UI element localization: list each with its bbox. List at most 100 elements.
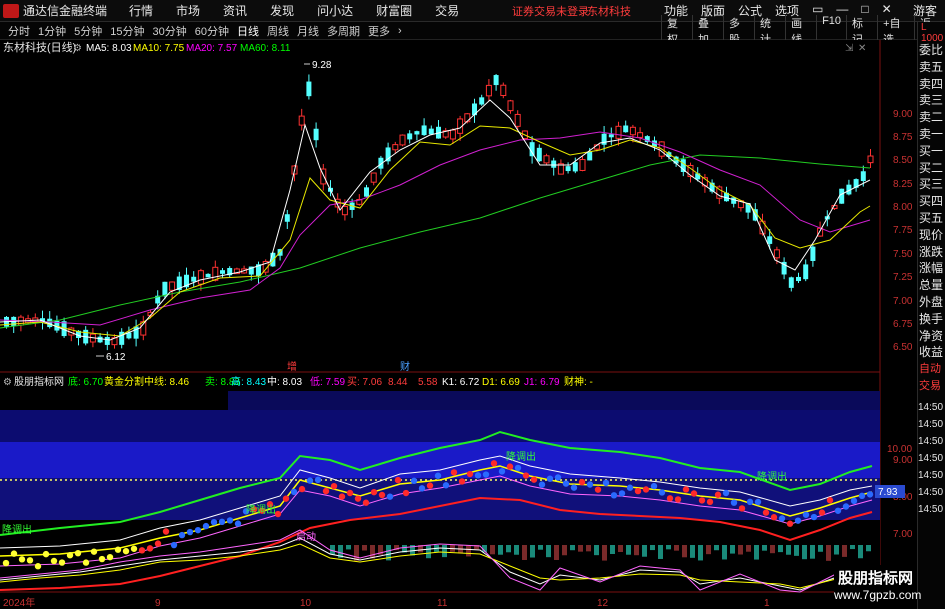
y-tick: 7.50 (893, 249, 913, 260)
time-tick: 14:50 (918, 402, 944, 414)
sub-label: 财神: - (564, 375, 593, 388)
period-weekly[interactable]: 周线 (267, 23, 289, 39)
sidebar-tab-bid1[interactable]: 买一 (918, 143, 945, 160)
candle-body (637, 132, 644, 138)
settings-gear-icon[interactable]: ⚙ (73, 43, 82, 54)
candle-body (421, 125, 427, 136)
signal-dot (194, 526, 202, 534)
sidebar-tab-outer[interactable]: 外盘 (918, 294, 945, 311)
volume-bar (754, 545, 759, 560)
candle-body (500, 84, 507, 97)
candle-body (162, 281, 168, 297)
candle-body (629, 126, 636, 136)
volume-bar (562, 545, 567, 556)
sidebar-tab-earnings[interactable]: 收益 (918, 344, 945, 361)
sidebar-tab-order-ratio[interactable]: 委比 (918, 42, 945, 59)
menu-news[interactable]: 资讯 (223, 2, 247, 19)
signal-dot (170, 541, 178, 549)
sidebar-tab-bid2[interactable]: 买二 (918, 160, 945, 177)
volume-bar (666, 545, 671, 550)
y-tick: 6.50 (893, 342, 913, 353)
candle-body (449, 129, 456, 140)
volume-bar (722, 545, 727, 560)
sidebar-tab-change[interactable]: 涨跌 (918, 244, 945, 261)
volume-bar (506, 545, 511, 553)
volume-bar (746, 545, 751, 552)
signal-dot (458, 478, 466, 485)
volume-bar (642, 545, 647, 557)
period-intraday[interactable]: 分时 (8, 23, 30, 39)
period-1min[interactable]: 1分钟 (38, 23, 66, 39)
signal-dot (306, 477, 314, 484)
period-5min[interactable]: 5分钟 (74, 23, 102, 39)
sidebar-tab-ask2[interactable]: 卖二 (918, 109, 945, 126)
menu-wealth[interactable]: 财富圈 (376, 2, 412, 19)
volume-bar (738, 545, 743, 555)
time-tick: 14:50 (918, 453, 944, 465)
volume-bar (658, 545, 663, 559)
candle-body (298, 115, 305, 126)
signal-dot (346, 489, 354, 497)
signal-dot (738, 505, 746, 512)
sidebar-tab-ask3[interactable]: 卖三 (918, 92, 945, 109)
expand-icon[interactable]: ⇲ (845, 43, 854, 54)
period-multi[interactable]: 多周期 (327, 23, 360, 39)
signal-dot (114, 546, 122, 553)
period-60min[interactable]: 60分钟 (195, 23, 229, 39)
candle-body (773, 249, 780, 259)
panel-close-icon[interactable]: ✕ (858, 43, 866, 54)
signal-dot (26, 557, 34, 564)
y-tick: 8.00 (893, 202, 913, 213)
period-30min[interactable]: 30分钟 (153, 23, 187, 39)
sidebar-tab-ask5[interactable]: 卖五 (918, 59, 945, 76)
period-monthly[interactable]: 月线 (297, 23, 319, 39)
sub-y-tick: 10.00 (887, 444, 912, 455)
candle-body (796, 276, 801, 282)
menu-market[interactable]: 市场 (176, 2, 200, 19)
candle-body (810, 246, 816, 261)
candle-body (169, 281, 176, 291)
chart-area[interactable]: 东材科技(日线) ⚙ MA5: 8.03 MA10: 7.75 MA20: 7.… (0, 40, 917, 609)
sub-y-tick: 7.00 (893, 529, 913, 540)
sidebar-tab-ask4[interactable]: 卖四 (918, 76, 945, 93)
sidebar-tab-trade[interactable]: 交易 (918, 378, 945, 395)
signal-dot (58, 559, 66, 566)
x-tick: 10 (300, 598, 312, 609)
sidebar-tab-auto[interactable]: 自动 (918, 361, 945, 378)
sidebar-tab-bid3[interactable]: 买三 (918, 176, 945, 193)
signal-label: 降调出 (246, 503, 276, 516)
more-chevron-icon[interactable]: › (398, 25, 402, 37)
period-more[interactable]: 更多 (368, 23, 390, 39)
sidebar-tab-bid5[interactable]: 买五 (918, 210, 945, 227)
volume-bar (466, 545, 471, 557)
candle-body (551, 160, 557, 168)
sidebar-tab-bid4[interactable]: 买四 (918, 193, 945, 210)
sidebar-tab-volume[interactable]: 总量 (918, 277, 945, 294)
subpanel-gear-icon[interactable]: ⚙ (3, 377, 12, 388)
sidebar-tab-turnover[interactable]: 换手 (918, 311, 945, 328)
volume-bar (530, 545, 535, 558)
marker-finance[interactable]: 财 (400, 360, 410, 373)
login-warning[interactable]: 证券交易未登录 (512, 3, 589, 19)
signal-dot (658, 489, 666, 496)
menu-ask[interactable]: 问小达 (317, 2, 353, 19)
candle-body (205, 273, 211, 278)
marker-increase[interactable]: 增 (287, 360, 297, 373)
menu-discover[interactable]: 发现 (270, 2, 294, 19)
sidebar-tab-net-assets[interactable]: 净资 (918, 328, 945, 345)
sidebar-tab-change-pct[interactable]: 涨幅 (918, 260, 945, 277)
time-tick: 14:50 (918, 504, 944, 516)
menu-quotes[interactable]: 行情 (129, 2, 153, 19)
signal-dot (794, 517, 802, 524)
sidebar-tab-price[interactable]: 现价 (918, 227, 945, 244)
sub-label: 高: 8.43 (231, 375, 266, 388)
menu-trade[interactable]: 交易 (435, 2, 459, 19)
signal-dot (834, 507, 842, 514)
volume-bar (362, 545, 367, 551)
volume-bar (730, 545, 735, 554)
signal-dot (450, 469, 458, 476)
volume-bar (762, 545, 767, 551)
period-15min[interactable]: 15分钟 (110, 23, 144, 39)
sidebar-tab-ask1[interactable]: 卖一 (918, 126, 945, 143)
period-daily[interactable]: 日线 (237, 23, 259, 39)
